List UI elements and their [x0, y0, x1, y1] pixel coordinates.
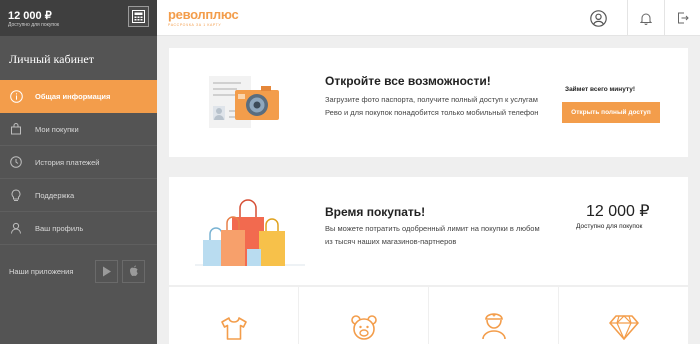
passport-camera-illustration [209, 76, 279, 128]
google-play-button[interactable] [95, 259, 118, 283]
open-full-access-button[interactable]: Открыть полный доступ [562, 102, 660, 123]
profile-button[interactable] [580, 0, 616, 36]
promo-title: Откройте все возможности! [325, 74, 491, 88]
logout-icon [677, 12, 689, 24]
full-access-card: Откройте все возможности! Загрузите фото… [169, 48, 688, 157]
sidebar-item-general-info[interactable]: Общая информация [0, 80, 157, 113]
sidebar-item-label: Ваш профиль [35, 223, 84, 233]
category-tile-health[interactable] [429, 287, 558, 344]
logo[interactable]: револплюс РАССРОЧКА ЗА 1 КАРТУ [168, 7, 239, 27]
sidebar-item-label: Мои покупки [35, 124, 79, 134]
diamond-icon [608, 315, 639, 340]
app-store-button[interactable] [122, 259, 145, 283]
top-bar: револплюс РАССРОЧКА ЗА 1 КАРТУ [157, 0, 700, 36]
sidebar: 12 000 ₽ Доступно для покупок Личный каб… [0, 0, 157, 344]
promo-note: Займет всего минуту! [565, 86, 636, 93]
promo-text: Загрузите фото паспорта, получите полный… [325, 95, 539, 117]
calculator-icon [132, 10, 145, 23]
apps-label: Наши приложения [9, 266, 74, 276]
logo-text: револплюс [168, 7, 239, 22]
sidebar-balance-bar: 12 000 ₽ Доступно для покупок [0, 0, 157, 36]
logout-button[interactable] [664, 0, 700, 36]
sidebar-item-label: Поддержка [35, 190, 75, 200]
shopping-bags-illustration [195, 199, 305, 266]
apps-row: Наши приложения [0, 250, 157, 292]
balance-amount: 12 000 ₽ [8, 10, 52, 22]
user-icon [9, 221, 23, 235]
sidebar-item-label: Общая информация [35, 92, 111, 101]
profile-icon [589, 9, 607, 27]
clock-icon [9, 155, 23, 169]
sidebar-item-purchases[interactable]: Мои покупки [0, 113, 157, 146]
shopping-card: Время покупать! Вы можете потратить одоб… [169, 177, 688, 285]
cabinet-title: Личный кабинет [9, 52, 94, 66]
sidebar-item-label: История платежей [35, 157, 100, 167]
info-icon [9, 90, 23, 104]
logo-tagline: РАССРОЧКА ЗА 1 КАРТУ [168, 23, 222, 27]
category-tile-kids[interactable] [299, 287, 428, 344]
sidebar-item-profile[interactable]: Ваш профиль [0, 212, 157, 245]
limit-amount: 12 000 ₽ [586, 203, 650, 220]
category-tile-clothes[interactable] [169, 287, 298, 344]
tshirt-icon [220, 317, 247, 340]
calculator-button[interactable] [128, 6, 149, 27]
bag-icon [9, 122, 23, 136]
shopping-text: Вы можете потратить одобренный лимит на … [325, 224, 540, 246]
category-tile-jewelry[interactable] [559, 287, 688, 344]
sidebar-item-payment-history[interactable]: История платежей [0, 146, 157, 179]
category-tiles [169, 287, 688, 344]
sidebar-menu: Общая информация Мои покупки История пла… [0, 80, 157, 245]
limit-caption: Доступно для покупок [576, 223, 643, 230]
sidebar-item-support[interactable]: Поддержка [0, 179, 157, 212]
doctor-icon [481, 313, 506, 340]
play-store-icon [102, 266, 111, 276]
bear-icon [350, 315, 377, 340]
balance-caption: Доступно для покупок [8, 22, 60, 28]
apple-icon [129, 265, 138, 276]
notifications-button[interactable] [627, 0, 663, 36]
bell-icon [639, 13, 652, 25]
shopping-title: Время покупать! [325, 205, 426, 219]
bulb-icon [9, 188, 23, 202]
